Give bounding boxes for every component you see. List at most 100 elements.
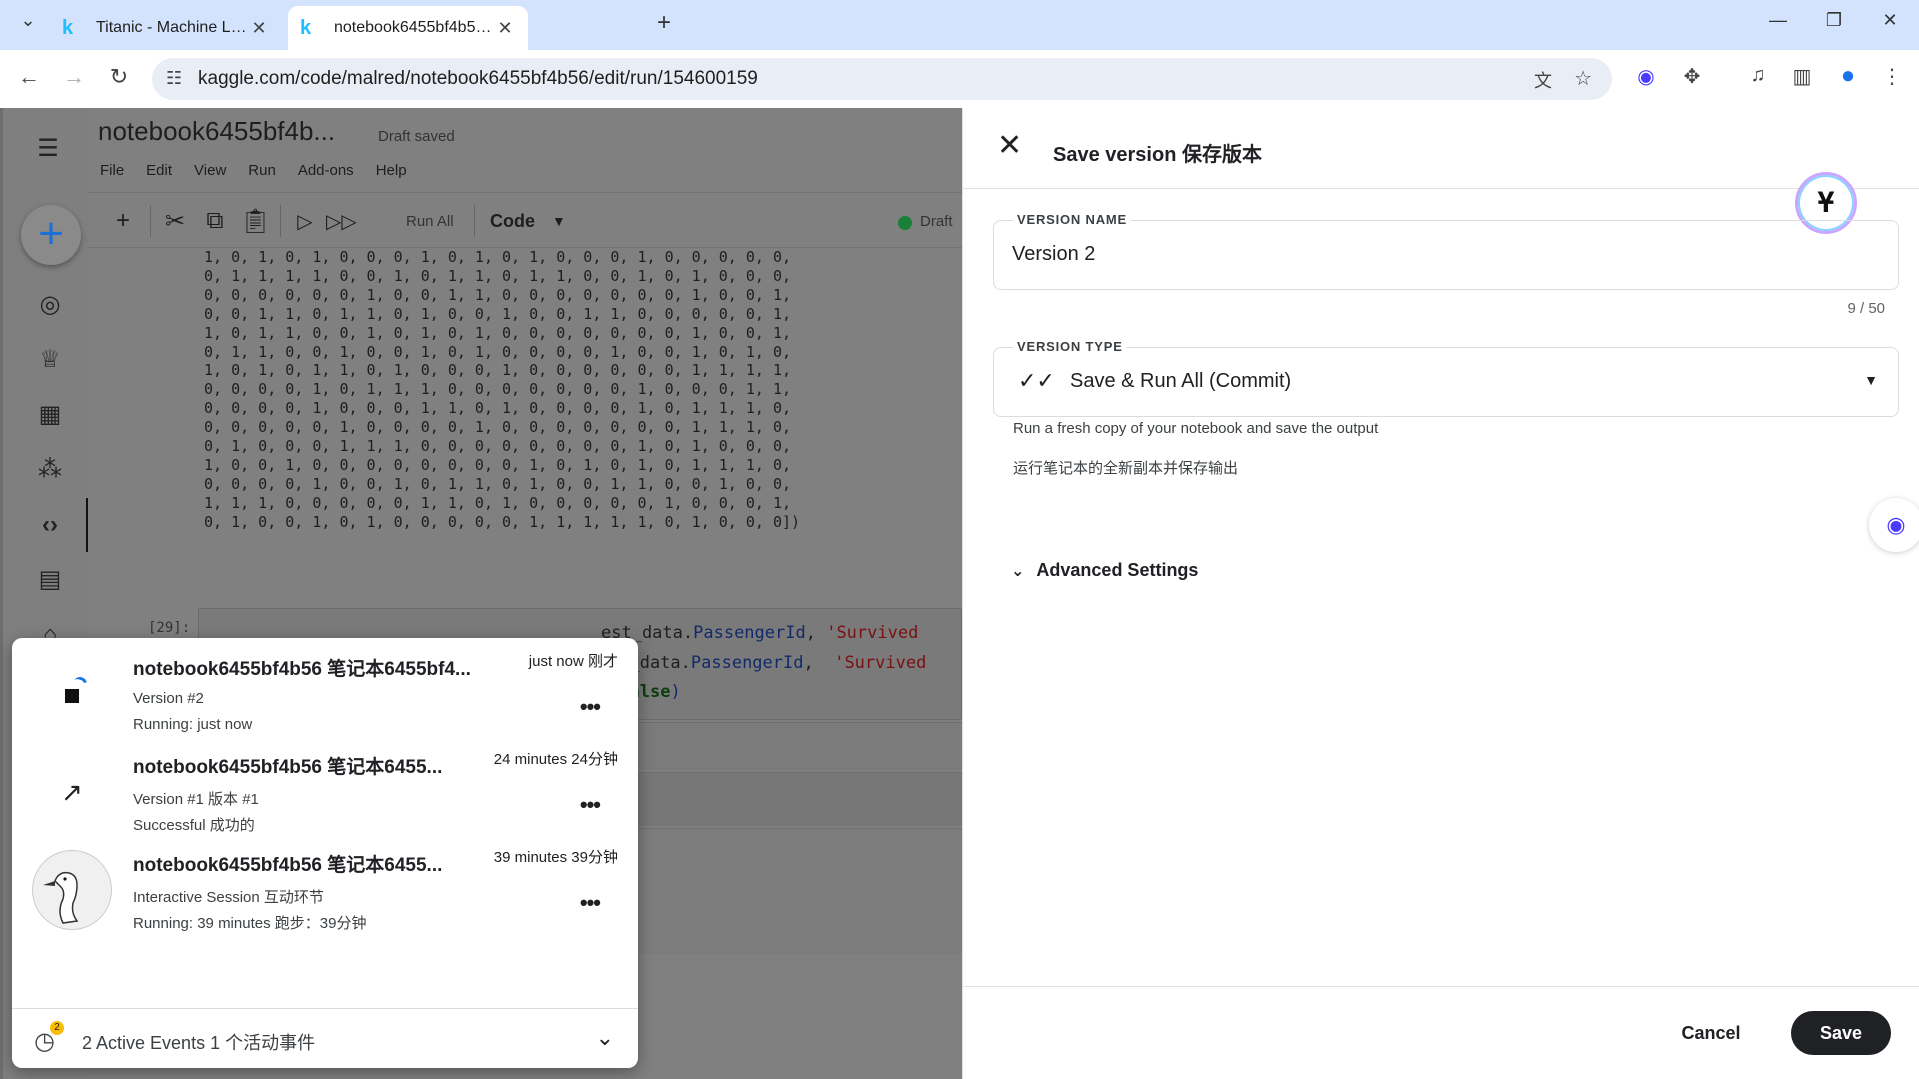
site-info-icon[interactable]: ☷ — [166, 68, 182, 89]
close-window-icon[interactable]: ✕ — [1876, 10, 1904, 31]
draft-status-label: Draft — [920, 213, 953, 230]
tab-title: notebook6455bf4b56 | Kaggle — [334, 19, 494, 36]
active-events-footer[interactable]: ◷ 2 2 Active Events 1 个活动事件 ⌄ — [12, 1008, 638, 1068]
event-version: Version #2 — [133, 690, 204, 707]
more-options-icon[interactable]: ••• — [580, 890, 601, 916]
array-output-line: 1, 1, 1, 0, 0, 0, 0, 0, 1, 1, 0, 1, 0, 0… — [204, 493, 791, 512]
toolbar-divider — [474, 205, 475, 237]
draft-saved-status: Draft saved — [378, 128, 455, 145]
panel-title: Save version 保存版本 — [1053, 144, 1262, 166]
create-plus-button[interactable]: + — [21, 205, 81, 265]
save-button[interactable]: Save — [1791, 1011, 1891, 1055]
toolbar-divider — [150, 205, 151, 237]
more-options-icon[interactable]: ••• — [580, 792, 601, 818]
copy-icon[interactable]: ⧉ — [200, 207, 230, 235]
event-time: 39 minutes 39分钟 — [493, 849, 618, 866]
address-bar[interactable]: ☷ kaggle.com/code/malred/notebook6455bf4… — [152, 58, 1612, 100]
back-icon[interactable]: ← — [14, 64, 44, 90]
array-output-line: 0, 1, 1, 1, 1, 0, 0, 1, 0, 1, 1, 0, 1, 1… — [204, 266, 791, 285]
event-title[interactable]: notebook6455bf4b56 笔记本6455... — [133, 850, 478, 877]
version-type-label: VERSION TYPE — [1013, 339, 1127, 354]
browser-tab-notebook[interactable]: k notebook6455bf4b56 | Kaggle ✕ — [288, 6, 528, 50]
url-text: kaggle.com/code/malred/notebook6455bf4b5… — [198, 68, 758, 89]
version-name-input[interactable] — [1012, 243, 1872, 266]
draft-status-dot — [898, 216, 912, 230]
browser-menu-icon[interactable]: ⋮ — [1878, 64, 1906, 89]
datasets-table-icon[interactable]: ▦ — [35, 400, 65, 430]
trophy-icon[interactable]: ♕ — [35, 345, 65, 375]
close-tab-icon[interactable]: ✕ — [248, 18, 270, 39]
browser-tab-bar: ⌄ k Titanic - Machine Learning fr ✕ k no… — [0, 0, 1919, 50]
menu-file[interactable]: File — [100, 162, 124, 179]
compass-icon[interactable]: ◎ — [35, 290, 65, 320]
menu-help[interactable]: Help — [376, 162, 407, 179]
notebook-title[interactable]: notebook6455bf4b... — [98, 116, 335, 147]
profile-avatar[interactable]: ● — [1834, 62, 1862, 90]
event-session-type: Interactive Session 互动环节 — [133, 889, 324, 906]
version-name-field[interactable] — [993, 220, 1899, 290]
menu-run[interactable]: Run — [248, 162, 276, 179]
media-control-icon[interactable]: ♫ — [1744, 64, 1772, 87]
cancel-button[interactable]: Cancel — [1663, 1011, 1759, 1055]
array-output-line: 0, 0, 0, 0, 1, 0, 1, 1, 1, 0, 0, 0, 0, 0… — [204, 380, 791, 399]
extensions-puzzle-icon[interactable]: ✥ — [1678, 64, 1706, 89]
close-icon[interactable]: ✕ — [997, 128, 1022, 163]
minimize-icon[interactable]: — — [1764, 10, 1792, 31]
kaggle-favicon-icon: k — [300, 16, 312, 39]
event-version: Version #1 版本 #1 — [133, 791, 259, 808]
close-tab-icon[interactable]: ✕ — [494, 18, 516, 39]
run-cell-icon[interactable]: ▷ — [290, 209, 320, 234]
array-output-line: 0, 0, 1, 1, 0, 1, 1, 0, 1, 0, 0, 1, 0, 0… — [204, 304, 791, 323]
array-output-line: 1, 0, 0, 1, 0, 0, 0, 0, 0, 0, 0, 0, 1, 0… — [204, 455, 791, 474]
advanced-settings-toggle[interactable]: ⌄ Advanced Settings — [1011, 560, 1198, 581]
version-name-label: VERSION NAME — [1013, 212, 1132, 227]
notebook-toolbar: + ✂ ⧉ 📋︎ ▷ ▷▷ Run All Code ▼ Draft — [88, 192, 962, 248]
add-cell-icon[interactable]: + — [108, 207, 138, 235]
save-version-panel: ✕ Save version 保存版本 Ұ VERSION NAME 9 / 5… — [962, 108, 1919, 1079]
side-panel-icon[interactable]: ▥ — [1788, 64, 1816, 89]
restore-icon[interactable]: ❐ — [1820, 10, 1848, 31]
more-options-icon[interactable]: ••• — [580, 694, 601, 720]
event-time: 24 minutes 24分钟 — [493, 751, 618, 768]
assistant-float-icon[interactable]: ◉ — [1869, 498, 1919, 552]
dropdown-caret-icon[interactable]: ▼ — [1864, 372, 1878, 388]
run-all-icon[interactable]: ▷▷ — [326, 209, 357, 234]
advanced-settings-label: Advanced Settings — [1036, 560, 1199, 580]
active-events-popover: notebook6455bf4b56 笔记本6455bf4... just no… — [12, 638, 638, 1068]
forward-icon[interactable]: → — [59, 64, 89, 90]
browser-tab-titanic[interactable]: k Titanic - Machine Learning fr ✕ — [50, 6, 282, 50]
discussions-icon[interactable]: ▤ — [35, 565, 65, 595]
array-output-line: 0, 1, 0, 0, 1, 0, 1, 0, 0, 0, 0, 0, 1, 1… — [204, 512, 801, 531]
menu-view[interactable]: View — [194, 162, 226, 179]
reload-icon[interactable]: ↻ — [104, 64, 134, 90]
paste-icon[interactable]: 📋︎ — [240, 207, 270, 236]
cut-icon[interactable]: ✂ — [160, 207, 190, 236]
tab-search-icon[interactable]: ⌄ — [14, 10, 42, 31]
goose-avatar — [32, 850, 112, 930]
chevron-down-icon[interactable]: ⌄ — [596, 1025, 614, 1051]
new-tab-plus-icon[interactable]: + — [650, 9, 678, 37]
event-item[interactable]: notebook6455bf4b56 笔记本6455... 39 minutes… — [12, 834, 638, 954]
code-icon[interactable]: ‹› — [35, 510, 65, 540]
event-title[interactable]: notebook6455bf4b56 笔记本6455... — [133, 752, 478, 779]
version-type-select[interactable]: ✓✓ Save & Run All (Commit) ▼ — [993, 347, 1899, 417]
cell-type-select[interactable]: Code — [490, 211, 535, 232]
char-count: 9 / 50 — [1847, 300, 1885, 317]
array-output-line: 0, 0, 0, 0, 1, 0, 0, 0, 1, 1, 0, 1, 0, 0… — [204, 399, 791, 418]
toolbar-divider — [280, 205, 281, 237]
array-output-line: 0, 0, 0, 0, 0, 0, 1, 0, 0, 1, 1, 0, 0, 0… — [204, 285, 791, 304]
bookmark-star-icon[interactable]: ☆ — [1574, 66, 1592, 91]
menu-edit[interactable]: Edit — [146, 162, 172, 179]
array-output-line: 0, 1, 0, 0, 0, 1, 1, 1, 0, 0, 0, 0, 0, 0… — [204, 437, 791, 456]
array-output-line: 1, 0, 1, 0, 1, 0, 0, 0, 1, 0, 1, 0, 1, 0… — [204, 248, 791, 266]
models-icon[interactable]: ⁂ — [35, 455, 65, 485]
run-all-label[interactable]: Run All — [406, 213, 454, 230]
event-title[interactable]: notebook6455bf4b56 笔记本6455bf4... — [133, 654, 523, 681]
active-events-label: 2 Active Events 1 个活动事件 — [82, 1033, 316, 1053]
open-in-new-icon[interactable]: ↗ — [32, 752, 112, 832]
menu-add-ons[interactable]: Add-ons — [298, 162, 354, 179]
cell-type-caret-icon[interactable]: ▼ — [552, 213, 566, 229]
hamburger-menu-icon[interactable]: ☰ — [33, 134, 63, 164]
translate-icon[interactable]: 文 — [1534, 67, 1552, 93]
extension-monica-icon[interactable]: ◉ — [1632, 64, 1660, 89]
